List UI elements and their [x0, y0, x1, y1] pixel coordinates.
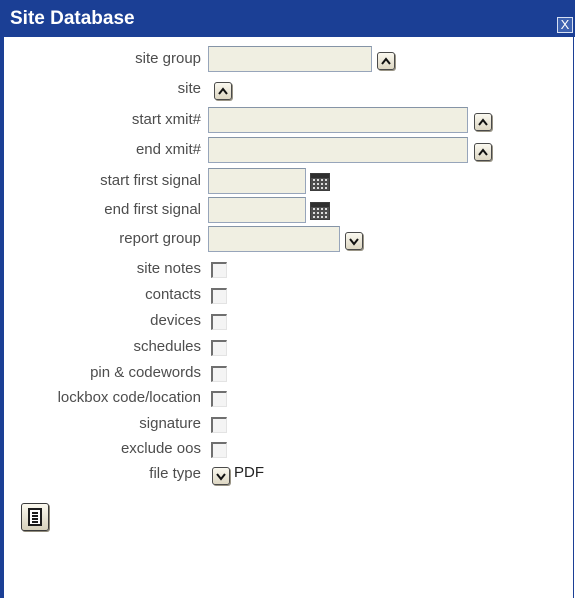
site-row: site [4, 76, 569, 102]
contacts-checkbox[interactable] [211, 288, 227, 304]
start-xmit-input[interactable] [208, 107, 468, 133]
option-row: contacts [4, 282, 569, 308]
site-group-row: site group [4, 46, 569, 72]
option-row: signature [4, 411, 569, 437]
report-group-dropdown-button[interactable] [345, 232, 363, 250]
report-group-label: report group [119, 230, 201, 247]
caret-up-icon [218, 87, 228, 95]
window-title: Site Database [10, 8, 135, 29]
start-first-signal-label: start first signal [100, 172, 201, 189]
option-row: site notes [4, 256, 569, 282]
end-first-signal-input[interactable] [208, 197, 306, 223]
option-label: pin & codewords [90, 364, 201, 381]
file-type-label: file type [149, 465, 201, 482]
chevron-down-icon [349, 238, 359, 246]
run-report-button[interactable] [21, 503, 49, 531]
file-type-row: file type PDF [4, 461, 569, 487]
file-type-dropdown-button[interactable] [212, 467, 230, 485]
site-group-label: site group [135, 50, 201, 67]
option-label: schedules [133, 338, 201, 355]
site-group-input[interactable] [208, 46, 372, 72]
option-label: devices [150, 312, 201, 329]
site-lookup-button[interactable] [214, 82, 232, 100]
option-label: exclude oos [120, 440, 201, 457]
option-row: exclude oos [4, 436, 569, 462]
end-xmit-lookup-button[interactable] [474, 143, 492, 161]
report-group-row: report group [4, 226, 569, 252]
report-group-input[interactable] [208, 226, 340, 252]
caret-up-icon [478, 148, 488, 156]
lockbox-code-location-checkbox[interactable] [211, 391, 227, 407]
pin-codewords-checkbox[interactable] [211, 366, 227, 382]
signature-checkbox[interactable] [211, 417, 227, 433]
end-xmit-input[interactable] [208, 137, 468, 163]
option-label: site notes [136, 260, 201, 277]
option-label: signature [139, 415, 201, 432]
option-label: lockbox code/location [57, 389, 201, 406]
calendar-icon[interactable] [310, 173, 330, 191]
end-xmit-label: end xmit# [135, 141, 201, 158]
file-type-value: PDF [234, 464, 264, 481]
option-label: contacts [145, 286, 201, 303]
site-group-lookup-button[interactable] [377, 52, 395, 70]
start-first-signal-input[interactable] [208, 168, 306, 194]
exclude-oos-checkbox[interactable] [211, 442, 227, 458]
option-row: devices [4, 308, 569, 334]
site-notes-checkbox[interactable] [211, 262, 227, 278]
chevron-down-icon [216, 473, 226, 481]
end-xmit-row: end xmit# [4, 137, 569, 163]
option-row: pin & codewords [4, 360, 569, 386]
schedules-checkbox[interactable] [211, 340, 227, 356]
site-label: site [177, 80, 201, 97]
start-xmit-row: start xmit# [4, 107, 569, 133]
caret-up-icon [381, 57, 391, 65]
site-database-window: Site Database X site group site start xm… [0, 0, 575, 598]
end-first-signal-row: end first signal [4, 197, 569, 223]
option-row: schedules [4, 334, 569, 360]
end-first-signal-label: end first signal [104, 201, 201, 218]
document-list-icon [28, 508, 42, 526]
devices-checkbox[interactable] [211, 314, 227, 330]
start-xmit-lookup-button[interactable] [474, 113, 492, 131]
calendar-icon[interactable] [310, 202, 330, 220]
title-bar: Site Database X [0, 0, 575, 37]
start-first-signal-row: start first signal [4, 168, 569, 194]
close-icon[interactable]: X [557, 17, 573, 33]
option-row: lockbox code/location [4, 385, 569, 411]
start-xmit-label: start xmit# [131, 111, 201, 128]
caret-up-icon [478, 118, 488, 126]
